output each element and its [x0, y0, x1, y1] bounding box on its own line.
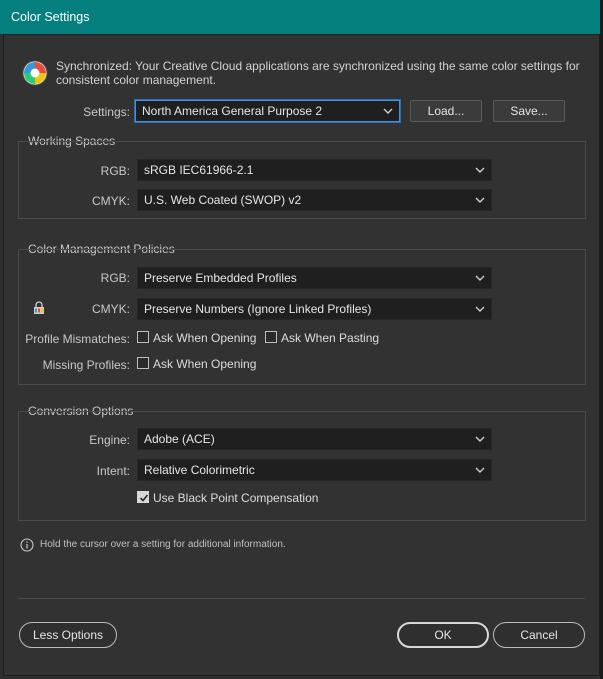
engine-select[interactable]: Adobe (ACE): [137, 428, 492, 450]
ask-when-pasting-checkbox[interactable]: [265, 331, 277, 343]
settings-select[interactable]: North America General Purpose 2: [135, 100, 400, 122]
info-icon: [20, 538, 34, 552]
save-button[interactable]: Save...: [493, 100, 565, 122]
policy-cmyk-label: CMYK:: [91, 302, 130, 316]
settings-label: Settings:: [83, 105, 130, 119]
info-message: Hold the cursor over a setting for addit…: [40, 539, 286, 550]
missing-ask-when-opening-label[interactable]: Ask When Opening: [153, 357, 256, 371]
chevron-down-icon: [475, 197, 485, 203]
chevron-down-icon: [475, 167, 485, 173]
window-title: Color Settings: [11, 10, 90, 24]
policy-cmyk-value: Preserve Numbers (Ignore Linked Profiles…: [144, 302, 372, 316]
policy-rgb-select[interactable]: Preserve Embedded Profiles: [137, 267, 492, 289]
ask-when-opening-label[interactable]: Ask When Opening: [153, 331, 256, 345]
intent-select[interactable]: Relative Colorimetric: [137, 459, 492, 481]
color-wheel-icon: [22, 60, 48, 86]
black-point-compensation-checkbox[interactable]: [137, 491, 149, 503]
policy-rgb-label: RGB:: [100, 271, 130, 285]
profile-mismatches-label: Profile Mismatches:: [25, 332, 130, 346]
intent-value: Relative Colorimetric: [144, 463, 255, 477]
less-options-button[interactable]: Less Options: [19, 622, 117, 648]
window-title-bar[interactable]: Color Settings: [0, 0, 603, 34]
ws-cmyk-select[interactable]: U.S. Web Coated (SWOP) v2: [137, 189, 492, 211]
ws-rgb-value: sRGB IEC61966-2.1: [144, 163, 254, 177]
chevron-down-icon: [475, 275, 485, 281]
checkmark-icon: [139, 494, 149, 502]
policy-rgb-value: Preserve Embedded Profiles: [144, 271, 297, 285]
load-button[interactable]: Load...: [410, 100, 482, 122]
chevron-down-icon: [475, 306, 485, 312]
engine-value: Adobe (ACE): [144, 432, 215, 446]
chevron-down-icon: [475, 436, 485, 442]
footer-divider: [18, 598, 585, 599]
ask-when-pasting-label[interactable]: Ask When Pasting: [281, 331, 379, 345]
settings-select-value: North America General Purpose 2: [142, 104, 323, 118]
black-point-compensation-label[interactable]: Use Black Point Compensation: [153, 491, 318, 505]
ws-rgb-select[interactable]: sRGB IEC61966-2.1: [137, 159, 492, 181]
cancel-button[interactable]: Cancel: [493, 622, 585, 648]
sync-message: Synchronized: Your Creative Cloud applic…: [56, 59, 580, 87]
missing-ask-when-opening-checkbox[interactable]: [137, 357, 149, 369]
ws-rgb-label: RGB:: [100, 164, 130, 178]
chevron-down-icon: [475, 467, 485, 473]
engine-label: Engine:: [89, 433, 130, 447]
intent-label: Intent:: [96, 464, 130, 478]
policy-cmyk-select[interactable]: Preserve Numbers (Ignore Linked Profiles…: [137, 298, 492, 320]
ask-when-opening-checkbox[interactable]: [137, 331, 149, 343]
chevron-down-icon: [383, 108, 393, 114]
ok-button[interactable]: OK: [397, 622, 489, 648]
ws-cmyk-value: U.S. Web Coated (SWOP) v2: [144, 193, 302, 207]
ws-cmyk-label: CMYK:: [91, 194, 130, 208]
missing-profiles-label: Missing Profiles:: [42, 358, 130, 372]
color-settings-dialog: Synchronized: Your Creative Cloud applic…: [3, 34, 600, 676]
